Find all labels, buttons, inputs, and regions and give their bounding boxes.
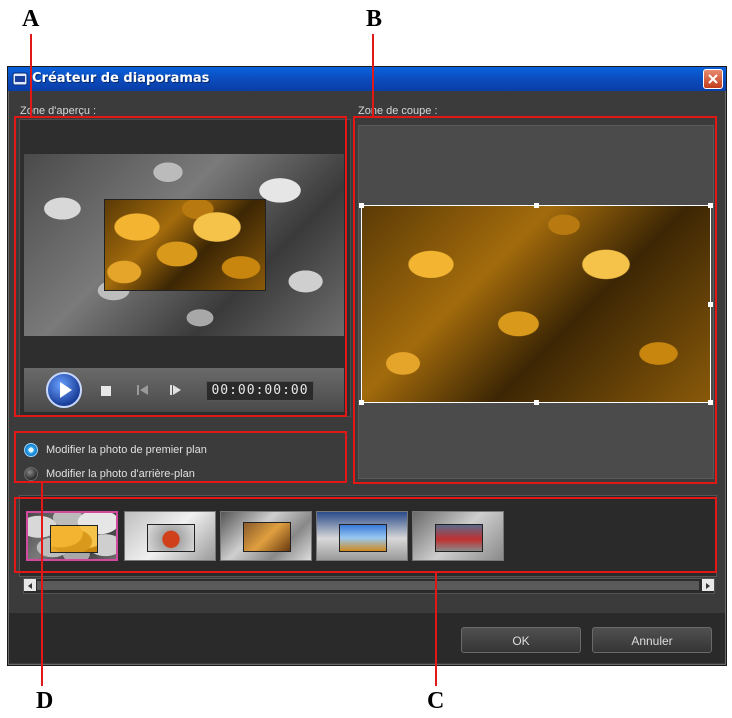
callout-d: D: [36, 688, 54, 714]
arrow-right-icon: [706, 583, 710, 589]
callout-a: A: [22, 6, 40, 32]
ok-button[interactable]: OK: [461, 627, 581, 653]
thumbnail-scrollbar[interactable]: [23, 578, 715, 594]
button-bar: OK Annuler: [9, 613, 725, 663]
title-bar[interactable]: Créateur de diaporamas: [8, 67, 726, 91]
close-icon: [708, 74, 718, 84]
cancel-button[interactable]: Annuler: [592, 627, 712, 653]
annotation-box-c: [14, 497, 717, 573]
close-button[interactable]: [703, 69, 723, 89]
scroll-right-button[interactable]: [702, 579, 714, 591]
leader-line-c: [435, 572, 437, 686]
annotation-box-a: [14, 116, 347, 417]
annotation-box-d: [14, 431, 347, 483]
leader-line-d: [41, 482, 43, 686]
arrow-left-icon: [28, 583, 32, 589]
scroll-left-button[interactable]: [24, 579, 36, 591]
callout-c: C: [427, 688, 445, 714]
annotation-box-b: [353, 116, 717, 484]
leader-line-a: [30, 34, 32, 117]
leader-line-b: [372, 34, 374, 117]
window-title: Créateur de diaporamas: [32, 71, 210, 86]
scroll-track[interactable]: [37, 581, 699, 590]
app-icon: [12, 71, 28, 87]
callout-b: B: [366, 6, 383, 32]
